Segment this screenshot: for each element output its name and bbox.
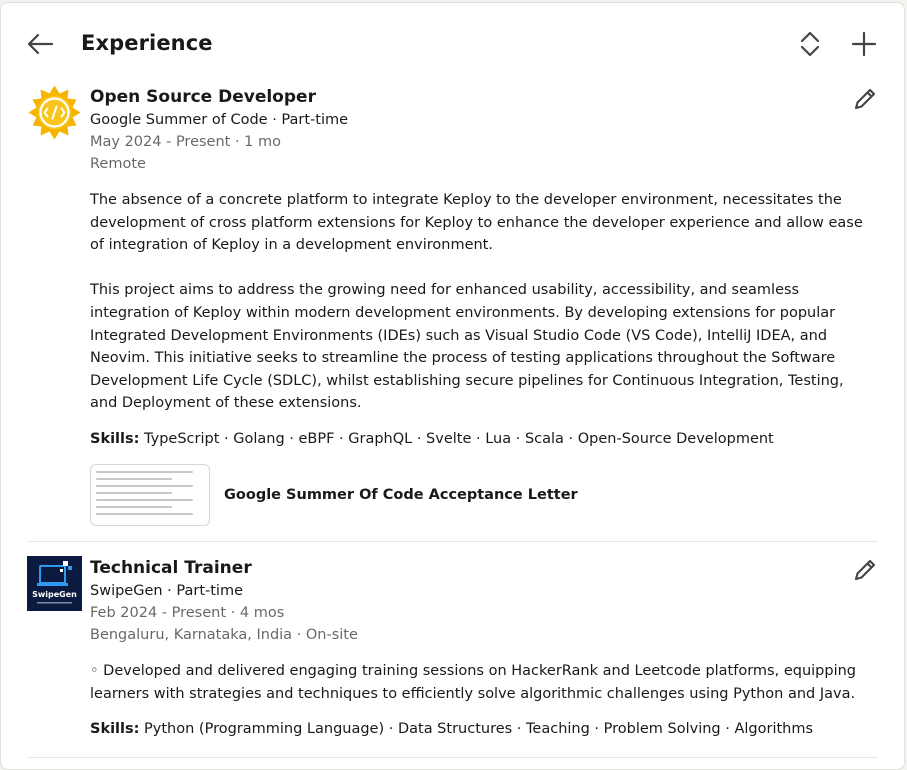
pencil-icon	[852, 86, 878, 116]
company-name: SwipeGen · Part-time	[90, 583, 244, 599]
entry-divider	[27, 541, 878, 542]
skills-line: Skills: Python (Programming Language) · …	[90, 718, 880, 740]
company-name: Google Summer of Code · Part-time	[90, 112, 349, 128]
page-title: Experience	[81, 31, 213, 55]
experience-card: Experience Open Source Developer Google …	[0, 2, 905, 770]
edit-entry-button[interactable]	[849, 85, 881, 117]
skills-label: Skills:	[90, 721, 140, 738]
date-range: Feb 2024 - Present · 4 mos	[90, 605, 285, 621]
skills-label: Skills:	[90, 430, 140, 447]
document-thumbnail[interactable]	[90, 463, 210, 526]
date-range: May 2024 - Present · 1 mo	[90, 134, 281, 150]
experience-header: Experience	[1, 3, 904, 85]
description-paragraph: ◦ Developed and delivered engaging train…	[90, 663, 857, 702]
edit-entry-button[interactable]	[849, 556, 881, 588]
reorder-icon	[798, 30, 822, 62]
gsoc-logo	[27, 85, 82, 140]
location: Remote	[90, 156, 146, 172]
plus-icon	[851, 31, 877, 61]
entry-divider	[27, 757, 878, 758]
skills-list: TypeScript · Golang · eBPF · GraphQL · S…	[144, 430, 774, 447]
job-title: Open Source Developer	[90, 87, 316, 107]
job-description: ◦ Developed and delivered engaging train…	[90, 660, 865, 705]
pencil-icon	[852, 557, 878, 587]
arrow-left-icon	[26, 32, 54, 60]
description-paragraph: The absence of a concrete platform to in…	[90, 192, 863, 254]
media-attachment[interactable]: Google Summer Of Code Acceptance Letter	[90, 463, 880, 526]
logo-text: SwipeGen	[32, 590, 77, 599]
skills-list: Python (Programming Language) · Data Str…	[144, 721, 814, 738]
reorder-button[interactable]	[793, 29, 827, 63]
job-title: Technical Trainer	[90, 558, 252, 578]
job-description: The absence of a concrete platform to in…	[90, 189, 865, 415]
description-paragraph: This project aims to address the growing…	[90, 282, 844, 412]
location: Bengaluru, Karnataka, India · On-site	[90, 627, 358, 643]
skills-line: Skills: TypeScript · Golang · eBPF · Gra…	[90, 428, 880, 450]
swipegen-logo: SwipeGen	[27, 556, 82, 611]
add-experience-button[interactable]	[847, 29, 881, 63]
back-button[interactable]	[23, 29, 57, 63]
media-title[interactable]: Google Summer Of Code Acceptance Letter	[224, 487, 578, 503]
